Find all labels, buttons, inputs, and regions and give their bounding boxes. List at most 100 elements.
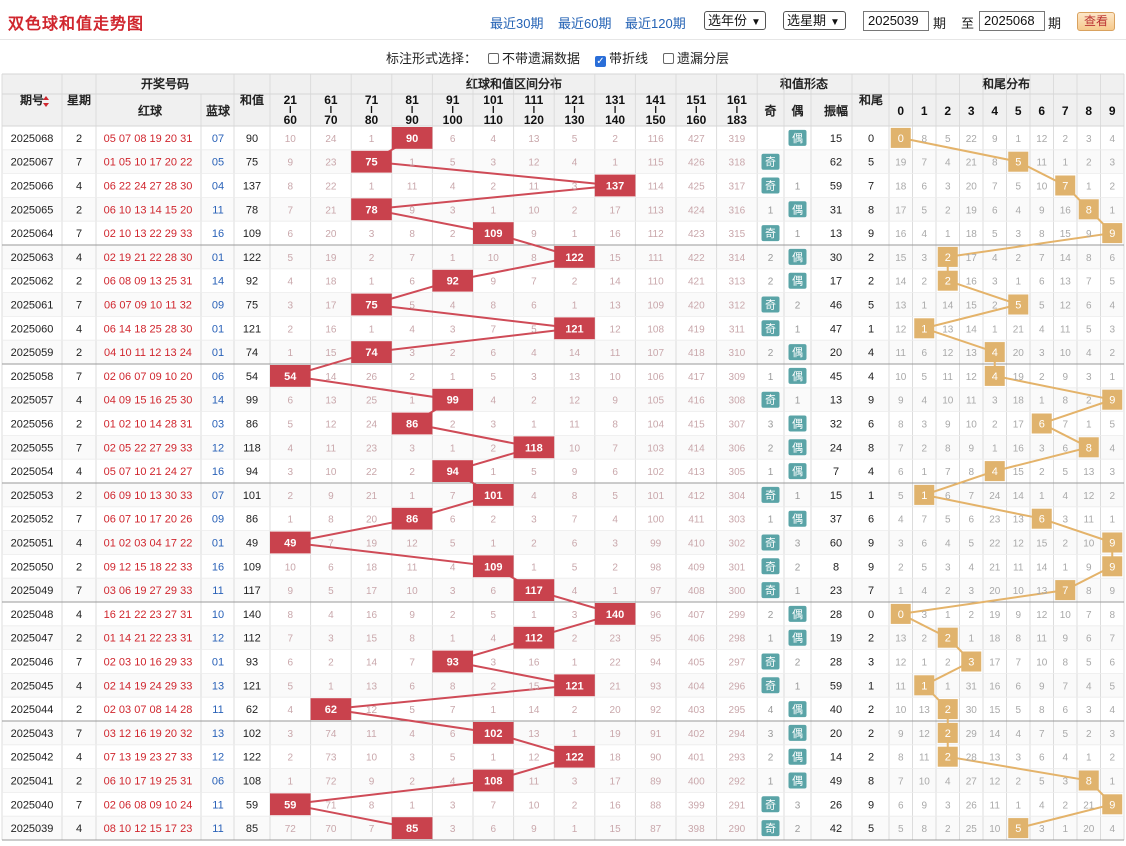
zone-miss-value: 13 bbox=[325, 396, 337, 407]
weekday-cell: 4 bbox=[76, 323, 82, 335]
zone-miss-value: 1 bbox=[491, 539, 497, 550]
blue-ball-cell: 14 bbox=[212, 276, 224, 288]
tail-miss-value: 7 bbox=[921, 158, 927, 169]
zone-miss-value: 3 bbox=[288, 467, 294, 478]
tail-cell: 9 bbox=[868, 228, 874, 240]
tail-mark-value: 9 bbox=[1109, 538, 1115, 550]
zone-miss-value: 15 bbox=[610, 824, 622, 835]
zone-miss-value: 6 bbox=[450, 134, 456, 145]
zone-header-top: 71 bbox=[365, 93, 379, 107]
zone-miss-value: 302 bbox=[729, 539, 746, 550]
zone-miss-value: 10 bbox=[285, 134, 297, 145]
sum-zone-value: 90 bbox=[406, 133, 418, 145]
tail-miss-value: 31 bbox=[966, 681, 978, 692]
tail-cell: 6 bbox=[868, 514, 874, 526]
tail-miss-value: 6 bbox=[898, 800, 904, 811]
weekday-cell: 7 bbox=[76, 657, 82, 669]
zone-miss-value: 16 bbox=[325, 324, 337, 335]
tail-miss-value: 1 bbox=[1015, 800, 1021, 811]
tail-miss-value: 12 bbox=[1036, 610, 1048, 621]
tail-miss-value: 3 bbox=[1062, 515, 1068, 526]
tail-miss-value: 2 bbox=[1039, 372, 1045, 383]
tail-miss-value: 2 bbox=[992, 301, 998, 312]
zone-miss-value: 4 bbox=[572, 158, 578, 169]
tail-miss-value: 9 bbox=[1062, 372, 1068, 383]
zone-miss-value: 6 bbox=[328, 562, 334, 573]
zone-miss-value: 1 bbox=[491, 205, 497, 216]
zone-miss-value: 2 bbox=[450, 348, 456, 359]
tail-miss-value: 16 bbox=[966, 277, 978, 288]
weekday-cell: 2 bbox=[76, 419, 82, 431]
zone-miss-value: 2 bbox=[491, 443, 497, 454]
tail-mark-value: 2 bbox=[945, 704, 951, 716]
tail-miss-value: 8 bbox=[1086, 586, 1092, 597]
zone-miss-value: 16 bbox=[610, 800, 622, 811]
zone-miss-value: 110 bbox=[648, 277, 664, 288]
tail-miss-value: 3 bbox=[1086, 134, 1092, 145]
even-miss-value: 3 bbox=[795, 800, 801, 811]
zone-miss-value: 8 bbox=[450, 681, 456, 692]
odd-badge-label: 奇 bbox=[765, 180, 776, 193]
sum-cell: 122 bbox=[243, 252, 261, 264]
tail-miss-value: 3 bbox=[1109, 729, 1115, 740]
zone-miss-value: 19 bbox=[610, 729, 622, 740]
zone-miss-value: 14 bbox=[569, 348, 581, 359]
tail-miss-value: 13 bbox=[1083, 467, 1095, 478]
col-header-shape: 和值形态 bbox=[779, 76, 828, 91]
zone-miss-value: 96 bbox=[650, 610, 662, 621]
zone-miss-value: 1 bbox=[572, 824, 578, 835]
zone-miss-value: 4 bbox=[450, 562, 456, 573]
zone-miss-value: 17 bbox=[325, 301, 337, 312]
issue-cell: 2025048 bbox=[11, 609, 54, 621]
zone-miss-value: 116 bbox=[648, 134, 664, 145]
sum-cell: 54 bbox=[246, 371, 258, 383]
zone-miss-value: 8 bbox=[409, 634, 415, 645]
red-balls-cell: 06 07 09 10 11 32 bbox=[104, 300, 192, 312]
sum-cell: 49 bbox=[246, 538, 258, 550]
red-balls-cell: 04 09 15 16 25 30 bbox=[104, 395, 193, 407]
sum-zone-value: 117 bbox=[525, 585, 543, 597]
zone-miss-value: 14 bbox=[325, 372, 337, 383]
tail-miss-value: 28 bbox=[966, 753, 978, 764]
tail-mark-value: 2 bbox=[945, 252, 951, 264]
zone-miss-value: 108 bbox=[647, 324, 664, 335]
tail-miss-value: 2 bbox=[1015, 777, 1021, 788]
zone-miss-value: 70 bbox=[325, 824, 337, 835]
zone-miss-value: 6 bbox=[491, 824, 497, 835]
zone-miss-value: 12 bbox=[325, 420, 337, 431]
tail-miss-value: 18 bbox=[966, 229, 978, 240]
zone-miss-value: 113 bbox=[648, 205, 664, 216]
col-header-amplitude: 振幅 bbox=[824, 103, 848, 118]
zone-miss-value: 91 bbox=[650, 729, 662, 740]
zone-miss-value: 6 bbox=[288, 229, 294, 240]
red-balls-cell: 06 14 18 25 28 30 bbox=[104, 323, 193, 335]
odd-miss-value: 2 bbox=[768, 443, 774, 454]
weekday-cell: 4 bbox=[76, 538, 82, 550]
red-balls-cell: 06 10 13 14 15 20 bbox=[104, 204, 193, 216]
zone-miss-value: 3 bbox=[450, 586, 456, 597]
zone-miss-value: 2 bbox=[409, 467, 415, 478]
tail-miss-value: 2 bbox=[992, 420, 998, 431]
tail-cell: 9 bbox=[868, 395, 874, 407]
tail-miss-value: 7 bbox=[1062, 681, 1068, 692]
even-badge-label: 偶 bbox=[792, 441, 803, 454]
tail-miss-value: 11 bbox=[943, 372, 954, 383]
zone-miss-value: 4 bbox=[491, 634, 497, 645]
tail-miss-value: 15 bbox=[895, 253, 907, 264]
even-badge-label: 偶 bbox=[792, 465, 803, 478]
tail-miss-value: 16 bbox=[895, 229, 907, 240]
tail-miss-value: 13 bbox=[895, 634, 907, 645]
tail-miss-value: 6 bbox=[1015, 681, 1021, 692]
tail-mark-value: 6 bbox=[1039, 419, 1045, 431]
tail-miss-value: 11 bbox=[896, 681, 907, 692]
tail-miss-value: 1 bbox=[945, 229, 951, 240]
zone-miss-value: 400 bbox=[688, 777, 705, 788]
tail-miss-value: 8 bbox=[898, 753, 904, 764]
zone-miss-value: 310 bbox=[729, 348, 746, 359]
weekday-cell: 4 bbox=[76, 395, 82, 407]
tail-miss-value: 24 bbox=[989, 491, 1001, 502]
tail-mark-value: 9 bbox=[1109, 395, 1115, 407]
sum-cell: 102 bbox=[243, 728, 261, 740]
sum-zone-value: 112 bbox=[525, 633, 543, 645]
tail-miss-value: 8 bbox=[1086, 253, 1092, 264]
